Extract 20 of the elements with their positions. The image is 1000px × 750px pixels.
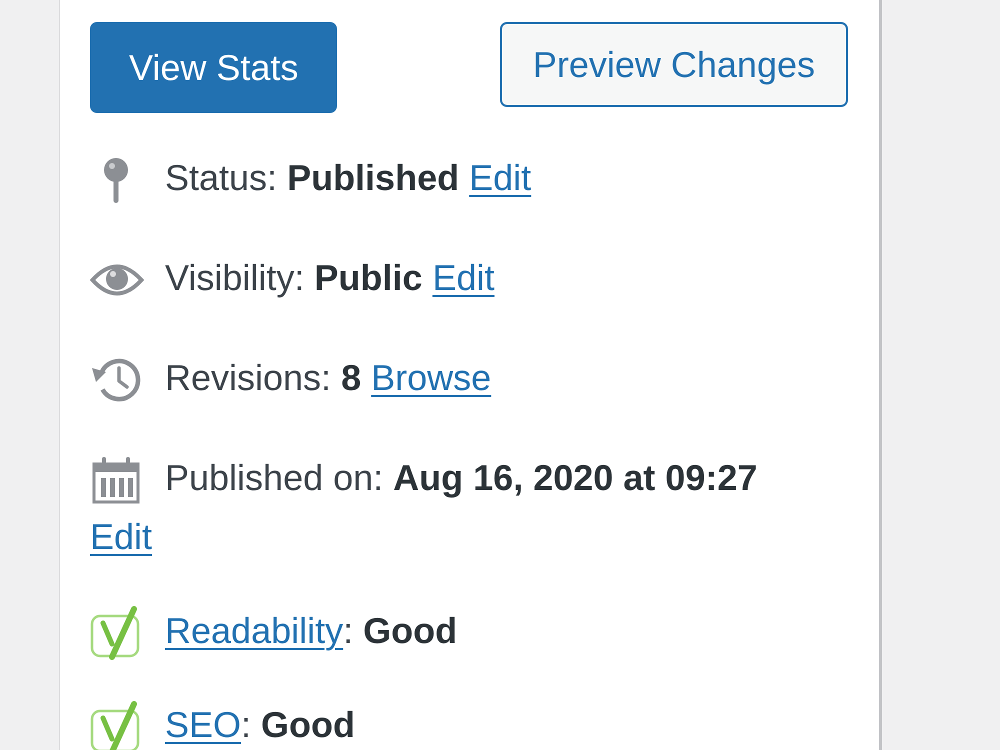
pin-icon [101, 157, 131, 204]
eye-icon [90, 262, 144, 298]
seo-score-text: : Good [241, 704, 356, 746]
seo-link[interactable]: SEO [165, 704, 242, 746]
readability-link[interactable]: Readability [165, 610, 344, 651]
view-stats-button[interactable]: View Stats [90, 22, 338, 113]
preview-changes-button[interactable]: Preview Changes [500, 22, 848, 107]
y-logo-icon [90, 606, 142, 660]
history-icon [91, 356, 141, 404]
revisions-text: Revisions: 8 [165, 357, 362, 398]
browse-link[interactable]: Browse [371, 357, 492, 398]
visibility-text: Visibility: Public [165, 257, 422, 298]
published-date-text: Published on: Aug 16, 2020 at 09:27 [165, 457, 758, 498]
edit-link[interactable]: Edit [469, 157, 532, 198]
y-logo-icon [90, 700, 142, 750]
edit-link[interactable]: Edit [432, 257, 494, 298]
status-text: Status: Published [165, 157, 460, 198]
readability-score-text: : Good [343, 610, 458, 651]
edit-link[interactable]: Edit [90, 516, 152, 557]
calendar-icon [92, 456, 140, 504]
